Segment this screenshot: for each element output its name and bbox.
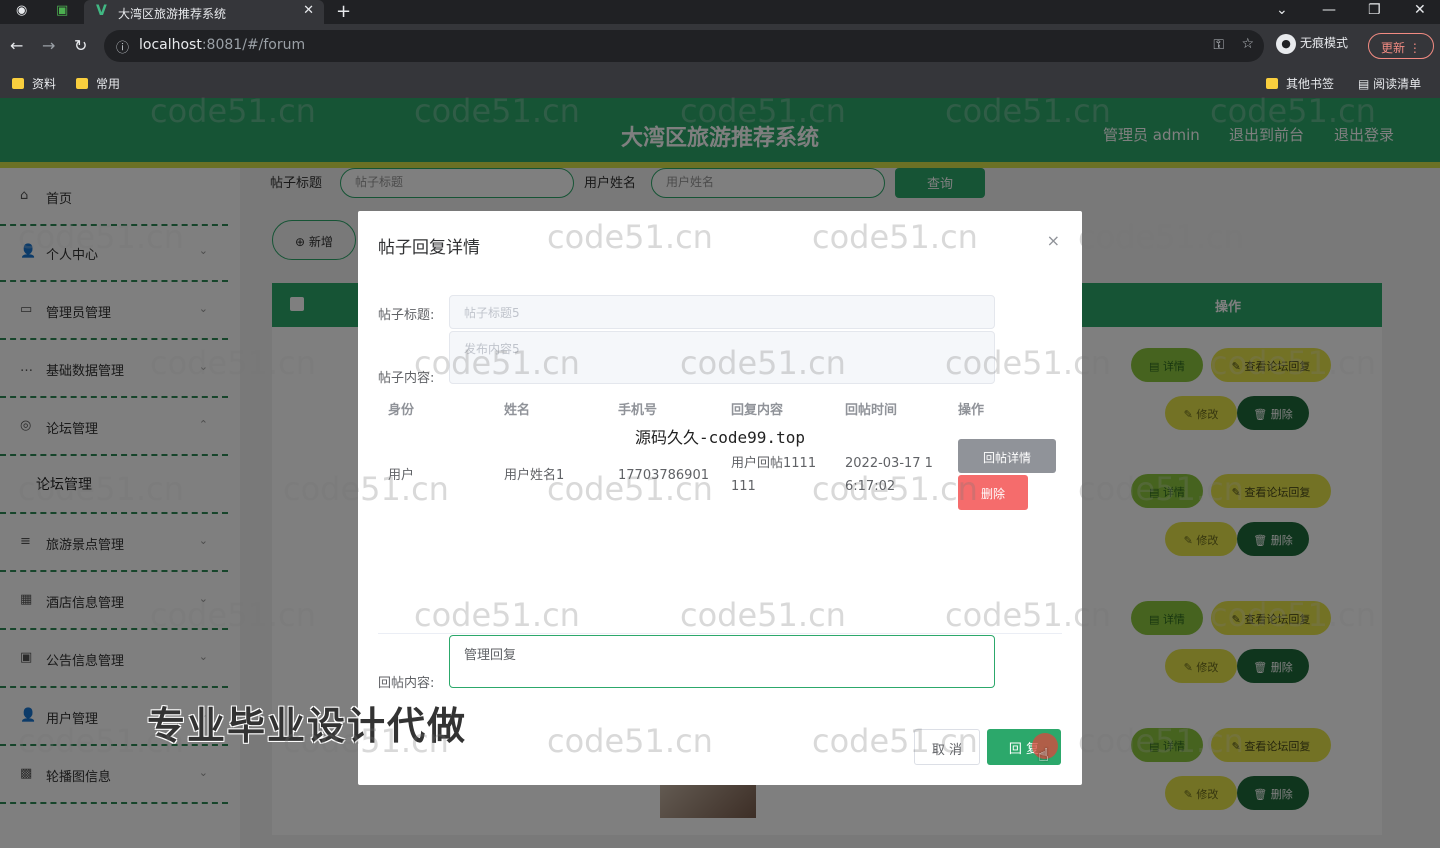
- column-reply-content: 回复内容: [731, 403, 784, 418]
- reply-delete-button[interactable]: 删除: [958, 475, 1028, 510]
- restore-icon[interactable]: ❐: [1368, 2, 1381, 18]
- column-name: 姓名: [504, 403, 531, 418]
- folder-icon: [76, 78, 88, 89]
- minimize-icon[interactable]: —: [1322, 2, 1336, 18]
- dialog-divider: [378, 633, 1062, 634]
- hand-cursor-icon: ☝: [1038, 745, 1049, 766]
- bookmark-folder-2[interactable]: 常用: [76, 75, 120, 92]
- back-icon[interactable]: ←: [10, 36, 23, 55]
- reply-content-line2: 111: [731, 479, 756, 494]
- app-tab-icon[interactable]: ▣: [56, 3, 68, 18]
- address-bar-row: ← → ↻ ⓘ localhost:8081/#/forum ⚿ ☆ ● 无痕模式…: [0, 24, 1440, 68]
- vue-logo-icon: V: [96, 3, 107, 19]
- site-info-icon[interactable]: ⓘ: [116, 37, 129, 56]
- tab-close-icon[interactable]: ✕: [303, 3, 314, 18]
- url-field[interactable]: ⓘ localhost:8081/#/forum ⚿ ☆: [104, 30, 1264, 62]
- reply-time-line1: 2022-03-17 1: [845, 456, 933, 471]
- column-actions: 操作: [958, 403, 985, 418]
- url-host: localhost: [139, 37, 202, 53]
- reply-time-line2: 6:17:02: [845, 479, 896, 494]
- column-reply-time: 回帖时间: [845, 403, 898, 418]
- tab-title: 大湾区旅游推荐系统: [118, 7, 227, 21]
- browser-tab-active[interactable]: V 大湾区旅游推荐系统 ✕: [84, 0, 324, 24]
- update-button[interactable]: 更新 ⋮: [1368, 33, 1434, 59]
- other-bookmarks[interactable]: 其他书签: [1266, 75, 1334, 92]
- reading-list-icon: ▤: [1358, 77, 1374, 91]
- browser-tab-bar: ◉ ▣ V 大湾区旅游推荐系统 ✕ + ⌄ — ❐ ✕: [0, 0, 1440, 24]
- reply-content-line1: 用户回帖1111: [731, 456, 817, 471]
- post-title-field[interactable]: 帖子标题5: [449, 295, 995, 329]
- promo-banner-text: 专业毕业设计代做: [147, 704, 468, 748]
- tab-search-icon[interactable]: ⌄: [1276, 2, 1288, 18]
- reply-identity: 用户: [388, 468, 415, 483]
- reading-list[interactable]: ▤ 阅读清单: [1358, 75, 1421, 92]
- bookmark-folder-1[interactable]: 资料: [12, 75, 56, 92]
- folder-icon: [12, 78, 24, 89]
- incognito-indicator[interactable]: ● 无痕模式: [1276, 34, 1348, 54]
- reply-detail-button[interactable]: 回帖详情: [958, 439, 1056, 473]
- forward-icon[interactable]: →: [42, 36, 55, 55]
- globe-icon[interactable]: ◉: [16, 3, 27, 18]
- key-icon[interactable]: ⚿: [1213, 37, 1224, 53]
- reply-input-label: 回帖内容:: [378, 676, 435, 691]
- post-content-field[interactable]: 发布内容5: [449, 331, 995, 384]
- post-title-label: 帖子标题:: [378, 308, 435, 323]
- post-content-label: 帖子内容:: [378, 371, 435, 386]
- folder-icon: [1266, 78, 1278, 89]
- column-identity: 身份: [388, 403, 415, 418]
- reload-icon[interactable]: ↻: [74, 36, 87, 55]
- reply-user-name: 用户姓名1: [504, 468, 565, 483]
- close-icon[interactable]: ×: [1047, 231, 1060, 250]
- window-close-icon[interactable]: ✕: [1414, 2, 1426, 18]
- source-watermark-text: 源码久久-code99.top: [635, 428, 805, 447]
- column-phone: 手机号: [618, 403, 658, 418]
- new-tab-icon[interactable]: +: [336, 1, 351, 22]
- url-path: :8081/#/forum: [201, 37, 306, 53]
- bookmarks-bar: 资料 常用 其他书签 ▤ 阅读清单: [0, 68, 1440, 98]
- reply-content-textarea[interactable]: 管理回复: [449, 635, 995, 688]
- incognito-icon: ●: [1276, 34, 1296, 54]
- dialog-title: 帖子回复详情: [378, 238, 480, 258]
- cancel-button[interactable]: 取 消: [914, 729, 980, 765]
- reply-phone: 17703786901: [618, 468, 709, 483]
- bookmark-star-icon[interactable]: ☆: [1241, 36, 1254, 52]
